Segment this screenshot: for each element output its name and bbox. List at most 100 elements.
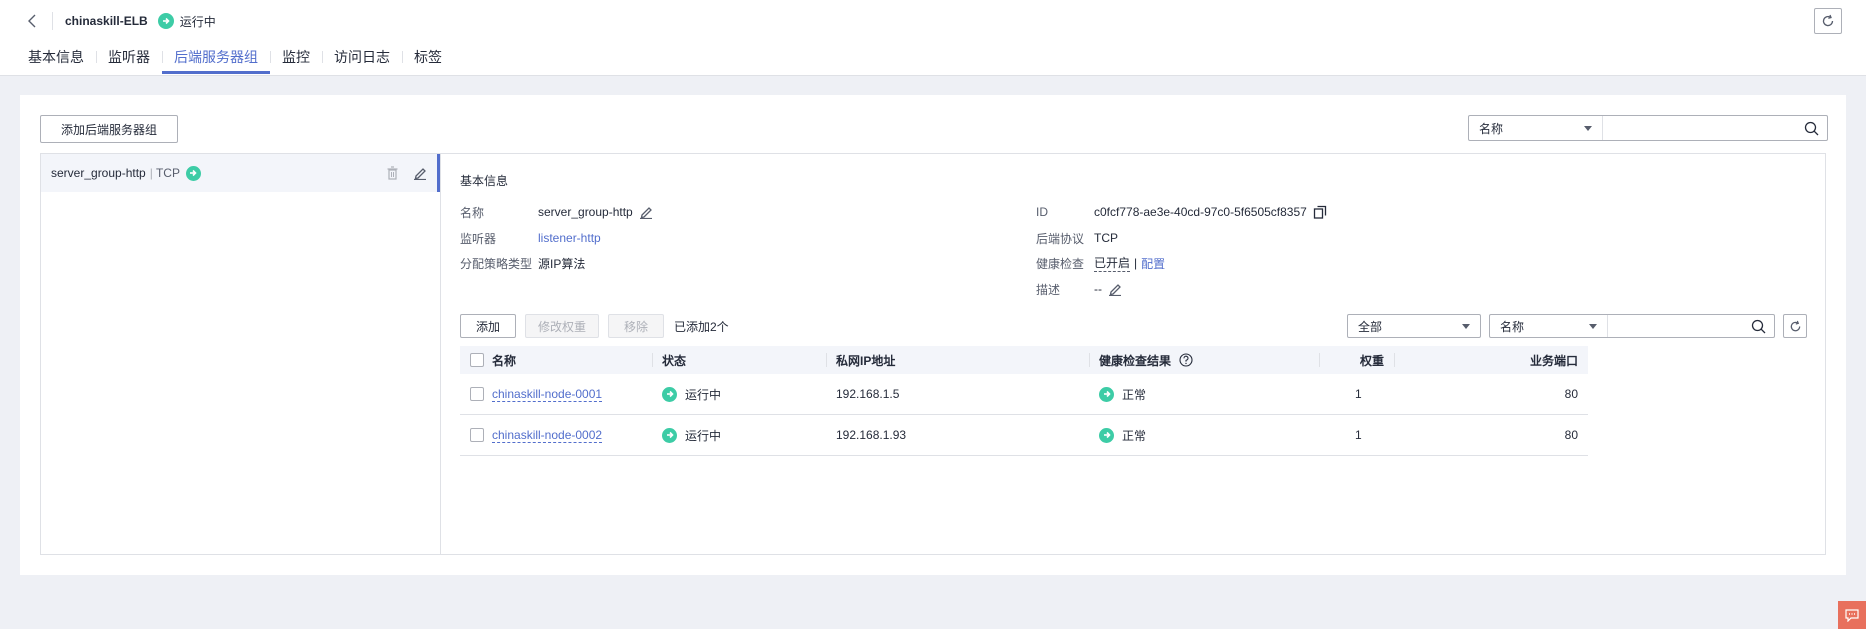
refresh-button[interactable] — [1814, 8, 1842, 34]
title-divider — [52, 12, 53, 30]
page-header: chinaskill-ELB 运行中 基本信息 监听器 后端服务器组 监控 访问… — [0, 0, 1866, 76]
select-all-checkbox[interactable] — [470, 353, 484, 367]
table-header: 名称 状态 私网IP地址 健康检查结果 权重 业务端口 — [460, 346, 1588, 374]
status-filter-label: 全部 — [1358, 319, 1383, 334]
member-search-input[interactable] — [1608, 319, 1774, 334]
header-name: 名称 — [492, 353, 517, 368]
feedback-icon — [1845, 608, 1859, 622]
tab-monitoring[interactable]: 监控 — [270, 46, 322, 76]
elb-status: 运行中 — [179, 14, 216, 29]
member-refresh-button[interactable] — [1783, 314, 1807, 338]
row-port: 80 — [1564, 428, 1578, 442]
server-group-list: server_group-http | TCP — [40, 153, 441, 555]
added-count: 已添加2个 — [674, 319, 729, 334]
member-search: 名称 — [1489, 314, 1775, 338]
info-name-label: 名称 — [460, 205, 485, 220]
edit-desc-icon[interactable] — [1108, 282, 1122, 296]
group-search: 名称 — [1468, 115, 1828, 141]
copy-icon[interactable] — [1313, 205, 1327, 219]
basic-info-title: 基本信息 — [460, 174, 509, 188]
caret-down-icon — [1462, 323, 1470, 329]
row-ip: 192.168.1.93 — [836, 428, 907, 442]
info-listener-label: 监听器 — [460, 231, 497, 246]
group-search-field-label: 名称 — [1479, 121, 1504, 136]
running-status-icon — [662, 386, 677, 402]
edit-icon[interactable] — [413, 166, 427, 180]
row-weight: 1 — [1355, 428, 1362, 442]
health-separator: | — [1134, 256, 1138, 270]
info-id-value-wrap: c0fcf778-ae3e-40cd-97c0-5f6505cf8357 — [1094, 205, 1327, 219]
row-name-cell: chinaskill-node-0001 — [460, 374, 652, 414]
row-checkbox[interactable] — [470, 387, 484, 401]
tab-backend-server-groups[interactable]: 后端服务器组 — [162, 46, 270, 76]
health-config-link[interactable]: 配置 — [1141, 255, 1165, 272]
info-proto-row: 后端协议 TCP — [1036, 229, 1118, 247]
info-desc-row: 描述 -- — [1036, 280, 1122, 298]
header-weight: 权重 — [1319, 346, 1394, 374]
detail-tabs: 基本信息 监听器 后端服务器组 监控 访问日志 标签 — [28, 46, 454, 76]
title-row: chinaskill-ELB 运行中 — [24, 10, 216, 32]
refresh-icon — [1790, 320, 1800, 331]
remove-member-button[interactable]: 移除 — [608, 314, 664, 338]
add-backend-group-button[interactable]: 添加后端服务器组 — [40, 115, 178, 143]
edit-name-icon[interactable] — [639, 205, 653, 219]
running-status-icon — [157, 13, 174, 29]
member-filters: 全部 名称 — [1347, 314, 1807, 338]
row-health-cell: 正常 — [1089, 374, 1319, 414]
feedback-button[interactable] — [1838, 601, 1866, 629]
info-proto-value: TCP — [1094, 231, 1118, 245]
tab-listeners[interactable]: 监听器 — [96, 46, 162, 76]
row-health: 正常 — [1122, 428, 1147, 443]
modify-weight-button[interactable]: 修改权重 — [525, 314, 599, 338]
info-desc-value: -- — [1094, 282, 1102, 296]
info-listener-row: 监听器 listener-http — [460, 229, 601, 247]
member-search-field-select[interactable]: 名称 — [1490, 315, 1608, 337]
row-status-cell: 运行中 — [652, 374, 826, 414]
healthy-status-icon — [1099, 427, 1114, 443]
status-filter-select[interactable]: 全部 — [1347, 314, 1481, 338]
add-member-button[interactable]: 添加 — [460, 314, 516, 338]
info-desc-value-wrap: -- — [1094, 282, 1122, 296]
node-name-link[interactable]: chinaskill-node-0001 — [492, 387, 603, 402]
info-id-value: c0fcf778-ae3e-40cd-97c0-5f6505cf8357 — [1094, 205, 1307, 219]
row-checkbox[interactable] — [470, 428, 484, 442]
row-health-cell: 正常 — [1089, 415, 1319, 455]
server-group-details: 基本信息 名称 server_group-http 监听器 listener-h… — [441, 153, 1826, 555]
info-algo-row: 分配策略类型 源IP算法 — [460, 254, 585, 272]
row-health: 正常 — [1122, 387, 1147, 402]
node-name-link[interactable]: chinaskill-node-0002 — [492, 428, 603, 443]
main-card: 添加后端服务器组 名称 server_group-http | TCP 基本信息… — [20, 95, 1846, 575]
tab-tags[interactable]: 标签 — [402, 46, 454, 76]
server-group-item[interactable]: server_group-http | TCP — [41, 154, 440, 192]
refresh-icon — [1822, 14, 1834, 27]
search-icon[interactable] — [1751, 319, 1766, 334]
row-ip: 192.168.1.5 — [836, 387, 900, 401]
info-health-label: 健康检查 — [1036, 256, 1085, 271]
healthy-status-icon — [1099, 386, 1114, 402]
group-search-input[interactable] — [1603, 116, 1827, 140]
members-table: 名称 状态 私网IP地址 健康检查结果 权重 业务端口 chinaskill-n… — [460, 346, 1588, 456]
row-port: 80 — [1564, 387, 1578, 401]
info-name-row: 名称 server_group-http — [460, 203, 653, 221]
health-enabled-value[interactable]: 已开启 — [1094, 254, 1131, 272]
info-health-value-wrap: 已开启 | 配置 — [1094, 254, 1165, 272]
header-port: 业务端口 — [1394, 346, 1588, 374]
header-health-cell: 健康检查结果 — [1089, 346, 1319, 374]
tab-basic-info[interactable]: 基本信息 — [28, 46, 96, 76]
tab-access-logs[interactable]: 访问日志 — [322, 46, 402, 76]
info-name-value: server_group-http — [538, 205, 633, 219]
info-health-row: 健康检查 已开启 | 配置 — [1036, 254, 1165, 272]
info-id-label: ID — [1036, 205, 1048, 219]
row-status: 运行中 — [685, 428, 722, 443]
server-group-name: server_group-http — [51, 166, 146, 180]
delete-icon[interactable] — [386, 166, 399, 180]
search-icon[interactable] — [1804, 121, 1819, 136]
elb-name: chinaskill-ELB — [65, 14, 148, 28]
help-icon[interactable] — [1179, 353, 1193, 367]
group-search-field-select[interactable]: 名称 — [1469, 116, 1603, 140]
listener-link[interactable]: listener-http — [538, 231, 601, 245]
info-id-row: ID c0fcf778-ae3e-40cd-97c0-5f6505cf8357 — [1036, 203, 1327, 221]
running-status-icon — [662, 427, 677, 443]
member-search-field-label: 名称 — [1500, 319, 1525, 334]
back-chevron-icon[interactable] — [24, 13, 40, 29]
